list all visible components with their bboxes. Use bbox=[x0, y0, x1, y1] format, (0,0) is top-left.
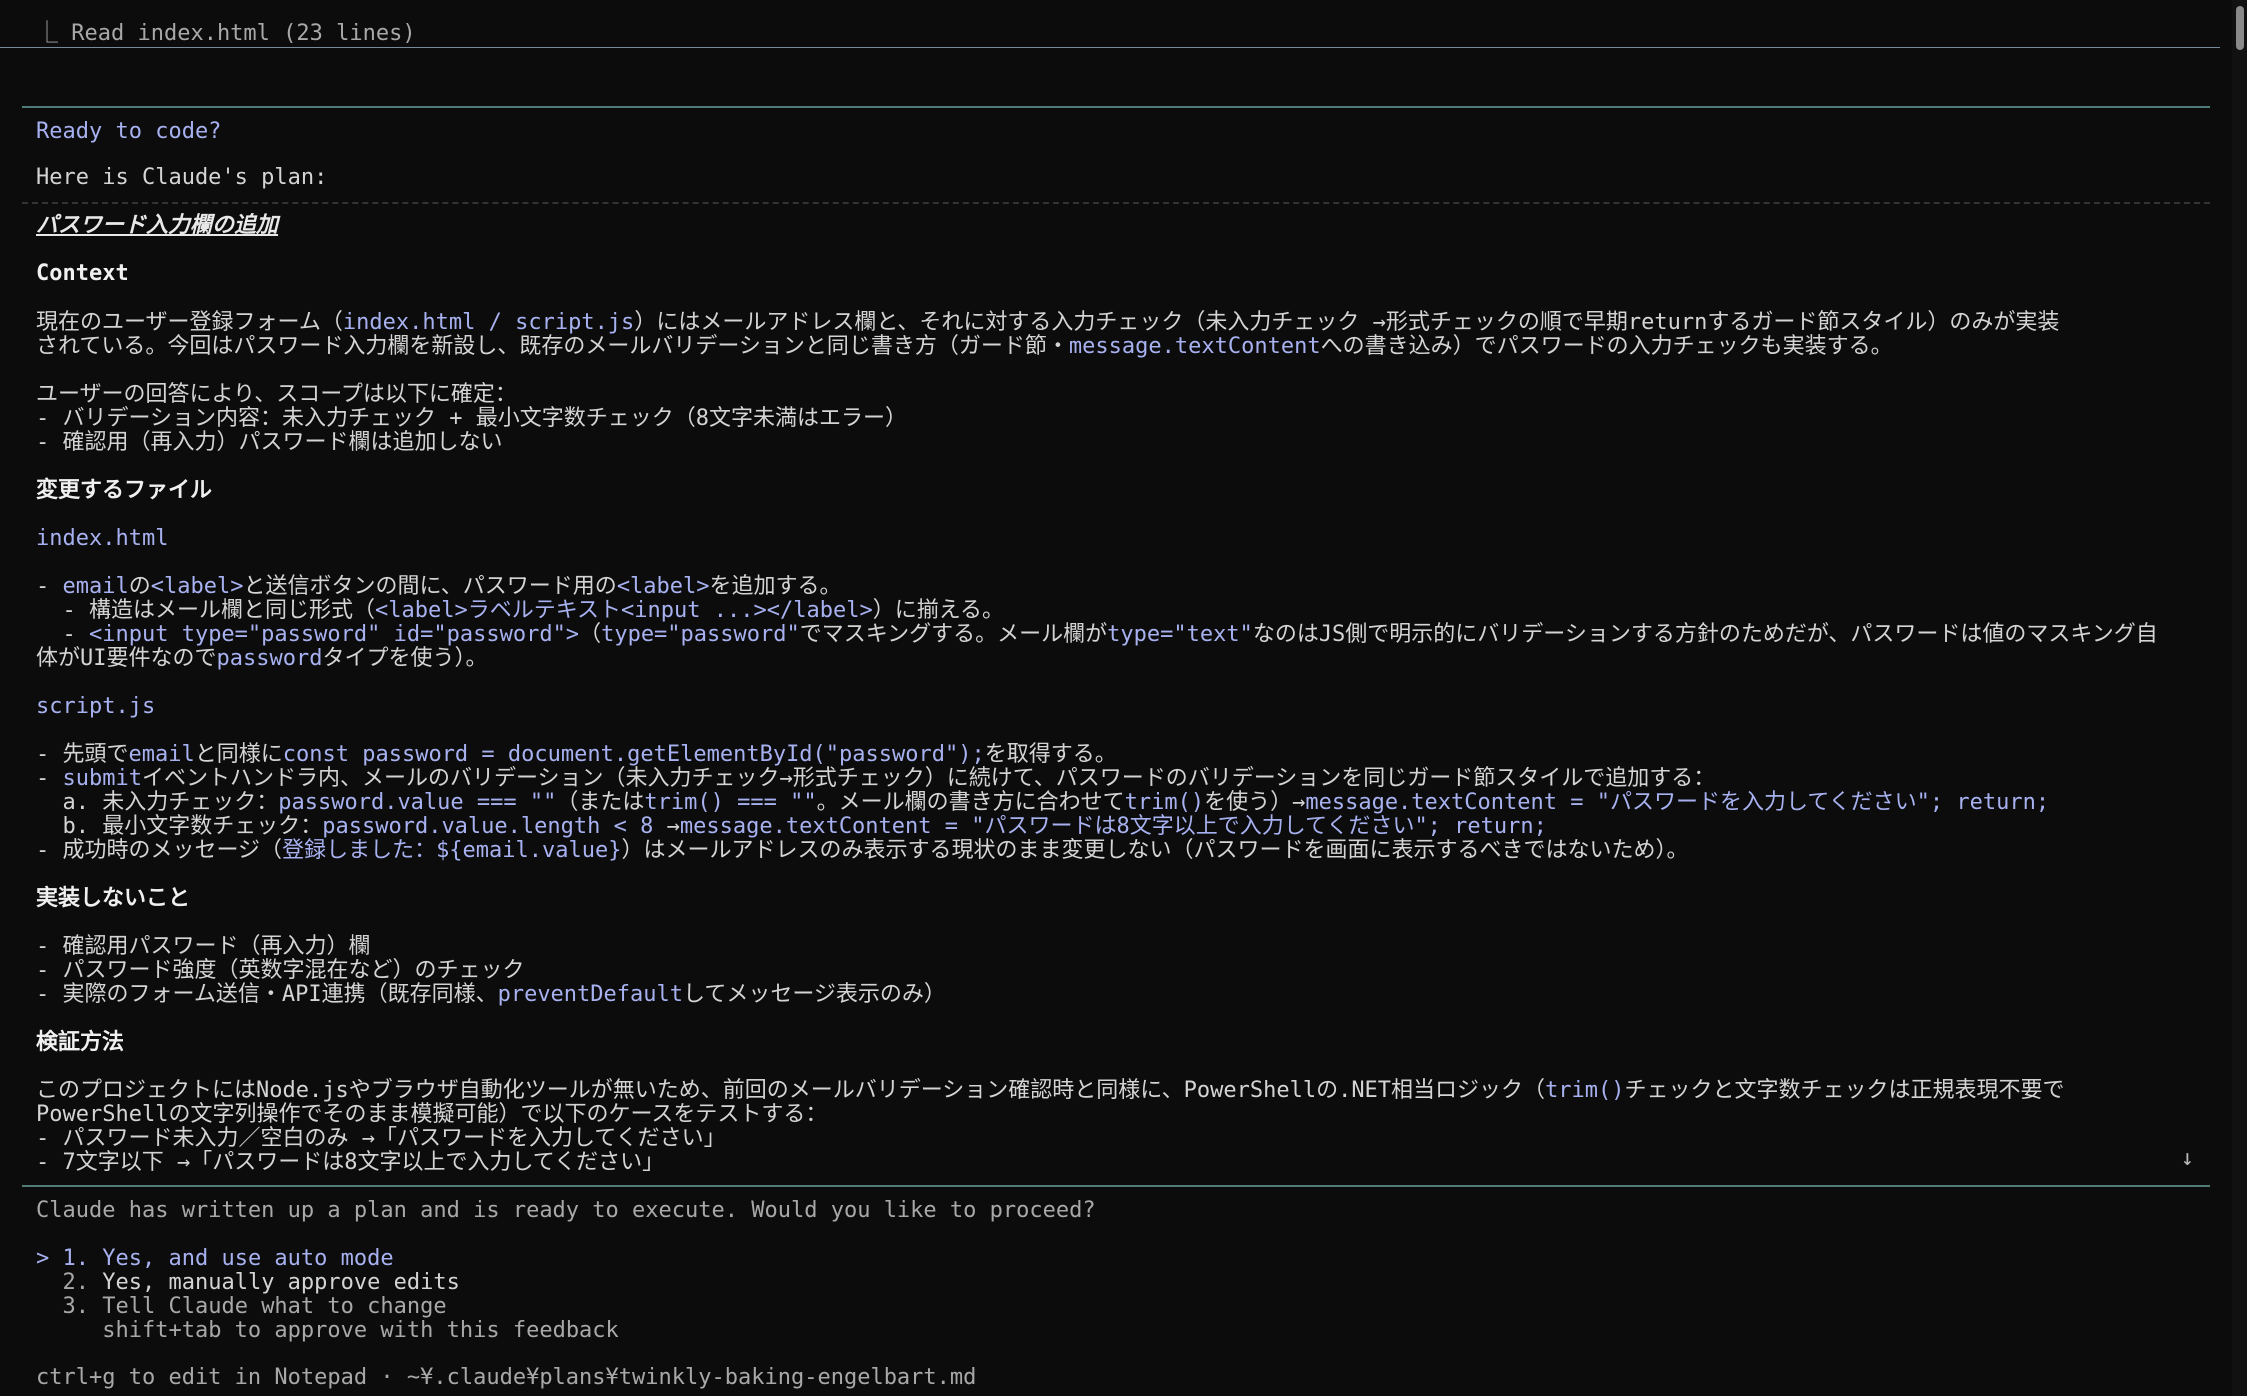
section-not-implement: 実装しないこと bbox=[36, 886, 191, 911]
verify-line-3: - パスワード未入力／空白のみ →「パスワードを入力してください」 bbox=[36, 1126, 726, 1151]
cursor-icon: > bbox=[36, 1246, 50, 1271]
plan-intro: Here is Claude's plan: bbox=[36, 165, 328, 190]
file-index-html: index.html bbox=[36, 526, 169, 551]
not-implement-2: - パスワード強度（英数字混在など）のチェック bbox=[36, 958, 525, 983]
top-divider bbox=[0, 47, 2220, 48]
js-step-1: - 先頭でemailと同様にconst password = document.… bbox=[36, 742, 1117, 767]
option-tell-claude[interactable]: 3. Tell Claude what to change bbox=[36, 1295, 447, 1319]
plan-title: パスワード入力欄の追加 bbox=[36, 213, 279, 238]
plan-dashed-rule bbox=[22, 202, 2210, 204]
scope-line-3: - 確認用（再入力）パスワード欄は追加しない bbox=[36, 430, 503, 455]
html-step-3: - <input type="password" id="password">（… bbox=[36, 622, 2158, 647]
plan-bottom-rule bbox=[22, 1185, 2210, 1187]
scope-line-1: ユーザーの回答により、スコープは以下に確定： bbox=[36, 382, 517, 407]
not-implement-1: - 確認用パスワード（再入力）欄 bbox=[36, 934, 371, 959]
js-step-2b: b. 最小文字数チェック：password.value.length < 8 →… bbox=[36, 814, 1547, 839]
context-line-2: されている。今回はパスワード入力欄を新設し、既存のメールバリデーションと同じ書き… bbox=[36, 334, 1893, 359]
option-manual-approve[interactable]: 2. Yes, manually approve edits bbox=[36, 1271, 460, 1295]
section-context: Context bbox=[36, 261, 129, 286]
html-step-1: - emailの<label>と送信ボタンの間に、パスワード用の<label>を… bbox=[36, 574, 842, 599]
js-step-3: - 成功時のメッセージ（登録しました：${email.value}）はメールアド… bbox=[36, 838, 1689, 863]
option-hint: shift+tab to approve with this feedback bbox=[102, 1318, 619, 1343]
scrollbar-thumb[interactable] bbox=[2236, 6, 2244, 50]
section-files: 変更するファイル bbox=[36, 478, 213, 503]
footer-hint: ctrl+g to edit in Notepad · ~¥.claude¥pl… bbox=[36, 1365, 977, 1390]
context-line-1: 現在のユーザー登録フォーム（index.html / script.js）にはメ… bbox=[36, 310, 2060, 335]
verify-line-4: - 7文字以下 →「パスワードは8文字以上で入力してください」 bbox=[36, 1150, 665, 1175]
verify-line-1: このプロジェクトにはNode.jsやブラウザ自動化ツールが無いため、前回のメール… bbox=[36, 1078, 2065, 1103]
verify-line-2: PowerShellの文字列操作でそのまま模擬可能）で以下のケースをテストする： bbox=[36, 1102, 828, 1127]
terminal-window: ⎿ Read index.html (23 lines) Ready to co… bbox=[0, 0, 2232, 1396]
tool-result-line: ⎿ Read index.html (23 lines) bbox=[36, 21, 416, 46]
js-step-2: - submitイベントハンドラ内、メールのバリデーション（未入力チェック→形式… bbox=[36, 766, 1716, 791]
file-script-js: script.js bbox=[36, 694, 156, 719]
proceed-question: Claude has written up a plan and is read… bbox=[36, 1198, 1096, 1223]
scope-line-2: - バリデーション内容：未入力チェック + 最小文字数チェック（8文字未満はエラ… bbox=[36, 406, 908, 431]
option-auto-mode[interactable]: > 1. Yes, and use auto mode bbox=[36, 1247, 394, 1271]
plan-top-rule bbox=[22, 106, 2210, 108]
scroll-down-icon[interactable]: ↓ bbox=[2181, 1146, 2194, 1171]
js-step-2a: a. 未入力チェック：password.value === ""（またはtrim… bbox=[36, 790, 2050, 815]
html-step-2: - 構造はメール欄と同じ形式（<label>ラベルテキスト<input ...>… bbox=[36, 598, 1005, 623]
section-verify: 検証方法 bbox=[36, 1030, 125, 1055]
scrollbar[interactable] bbox=[2232, 0, 2247, 1396]
ready-heading: Ready to code? bbox=[36, 119, 222, 144]
not-implement-3: - 実際のフォーム送信・API連携（既存同様、preventDefaultしてメ… bbox=[36, 982, 946, 1007]
html-step-3-cont: 体がUI要件なのでpasswordタイプを使う）。 bbox=[36, 646, 488, 671]
